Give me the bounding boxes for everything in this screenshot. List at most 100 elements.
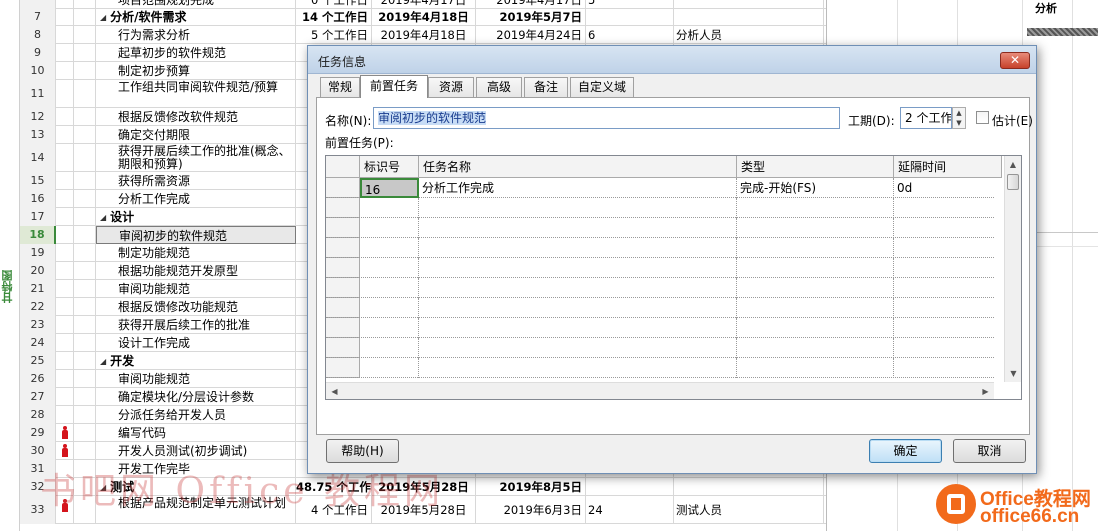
pred-id-cell[interactable] [360,218,419,238]
pred-id-cell[interactable] [360,338,419,358]
task-name[interactable]: 工作组共同审阅软件规范/预算 [96,80,296,108]
pred-type-cell[interactable] [737,358,894,378]
row-id[interactable]: 10 [20,62,56,80]
predecessor-row[interactable] [326,218,994,238]
table-vertical-scrollbar[interactable]: ▲ ▼ [1004,156,1021,382]
gantt-summary-bar[interactable] [1027,28,1098,36]
row-id[interactable]: 30 [20,442,56,460]
task-finish[interactable]: 2019年5月7日 [476,8,586,26]
pred-type-cell[interactable]: 完成-开始(FS) [737,178,894,198]
col-header-id[interactable]: 标识号 [360,156,419,178]
pred-lag-cell[interactable] [894,218,994,238]
task-name[interactable]: 获得所需资源 [96,172,296,190]
task-name[interactable]: 获得开展后续工作的批准(概念、期限和预算) [96,144,296,172]
col-header-task-name[interactable]: 任务名称 [419,156,737,178]
pred-lag-cell[interactable] [894,358,994,378]
pred-id-cell[interactable] [360,258,419,278]
pred-id-cell[interactable] [360,298,419,318]
scroll-down-icon[interactable]: ▼ [1005,365,1021,382]
task-name[interactable]: 编写代码 [96,424,296,442]
task-name[interactable]: ◢ 设计 [96,208,296,226]
col-header-lag[interactable]: 延隔时间 [894,156,1002,178]
task-predecessors[interactable] [586,478,674,496]
cancel-button[interactable]: 取消 [953,439,1026,463]
col-header-type[interactable]: 类型 [737,156,894,178]
pred-task-cell[interactable] [419,198,737,218]
task-name[interactable]: 确定模块化/分层设计参数 [96,388,296,406]
estimate-checkbox[interactable] [976,111,989,124]
pred-task-cell[interactable] [419,298,737,318]
pred-id-cell[interactable] [360,318,419,338]
task-name[interactable]: 制定功能规范 [96,244,296,262]
pred-task-cell[interactable] [419,338,737,358]
pred-type-cell[interactable] [737,338,894,358]
task-name[interactable]: 起草初步的软件规范 [96,44,296,62]
pred-task-cell[interactable] [419,218,737,238]
pred-task-cell[interactable] [419,358,737,378]
task-name[interactable]: 分析工作完成 [96,190,296,208]
row-id[interactable]: 29 [20,424,56,442]
pred-lag-cell[interactable] [894,278,994,298]
row-id[interactable]: 7 [20,8,56,26]
row-id[interactable]: 13 [20,126,56,144]
pred-task-cell[interactable] [419,318,737,338]
pred-type-cell[interactable] [737,258,894,278]
collapse-triangle-icon[interactable]: ◢ [100,9,106,27]
predecessor-row[interactable] [326,318,994,338]
pred-lag-cell[interactable] [894,298,994,318]
table-horizontal-scrollbar[interactable]: ◀ ▶ [326,382,994,399]
row-id[interactable]: 12 [20,108,56,126]
pred-task-cell[interactable] [419,238,737,258]
scroll-thumb[interactable] [1007,174,1019,190]
pred-type-cell[interactable] [737,278,894,298]
task-duration[interactable]: 5 个工作日 [296,26,372,44]
scroll-up-icon[interactable]: ▲ [1005,156,1021,173]
pred-lag-cell[interactable] [894,198,994,218]
task-finish[interactable]: 2019年8月5日 [476,478,586,496]
pred-task-cell[interactable] [419,258,737,278]
pred-type-cell[interactable] [737,218,894,238]
view-side-bar[interactable]: 甘特图 [0,0,20,531]
tab-notes[interactable]: 备注 [524,77,568,97]
ok-button[interactable]: 确定 [869,439,942,463]
pred-task-cell[interactable] [419,278,737,298]
task-finish[interactable]: 2019年4月24日 [476,26,586,44]
predecessors-table[interactable]: 标识号 任务名称 类型 延隔时间 16 分析工作完成 完成-开始(FS) 0d ▲ ▼… [325,155,1022,400]
pred-id-cell[interactable]: 16 [360,178,419,198]
row-id[interactable]: 19 [20,244,56,262]
task-name[interactable]: 审阅初步的软件规范 [96,226,296,244]
pred-lag-cell[interactable] [894,238,994,258]
pred-id-cell[interactable] [360,358,419,378]
task-name[interactable]: 根据反馈修改软件规范 [96,108,296,126]
spin-up-icon[interactable]: ▲ [953,108,965,118]
pred-id-cell[interactable] [360,278,419,298]
row-id[interactable]: 11 [20,80,56,108]
pred-lag-cell[interactable] [894,338,994,358]
collapse-triangle-icon[interactable]: ◢ [100,209,106,227]
predecessor-row[interactable] [326,238,994,258]
duration-spinner[interactable]: ▲ ▼ [952,107,966,129]
duration-input[interactable]: 2 个工作 [900,107,952,129]
row-id[interactable]: 8 [20,26,56,44]
pred-id-cell[interactable] [360,198,419,218]
predecessor-row[interactable] [326,338,994,358]
table-row[interactable]: 8 行为需求分析 5 个工作日 2019年4月18日 2019年4月24日 6 分析人员 [20,26,826,44]
row-id[interactable]: 22 [20,298,56,316]
task-start[interactable]: 2019年4月18日 [372,8,476,26]
task-resources[interactable]: 测试人员 [674,496,824,524]
pred-lag-cell[interactable]: 0d [894,178,994,198]
task-resources[interactable]: 分析人员 [674,26,824,44]
close-icon[interactable]: ✕ [1000,52,1030,69]
row-id[interactable]: 14 [20,144,56,172]
pred-type-cell[interactable] [737,298,894,318]
task-name[interactable]: 制定初步预算 [96,62,296,80]
task-name[interactable]: 设计工作完成 [96,334,296,352]
tab-general[interactable]: 常规 [320,77,360,97]
task-name[interactable]: 行为需求分析 [96,26,296,44]
predecessor-row[interactable] [326,298,994,318]
row-id[interactable]: 20 [20,262,56,280]
row-id[interactable]: 18 [20,226,56,244]
pred-type-cell[interactable] [737,238,894,258]
row-id[interactable]: 15 [20,172,56,190]
row-id[interactable]: 24 [20,334,56,352]
